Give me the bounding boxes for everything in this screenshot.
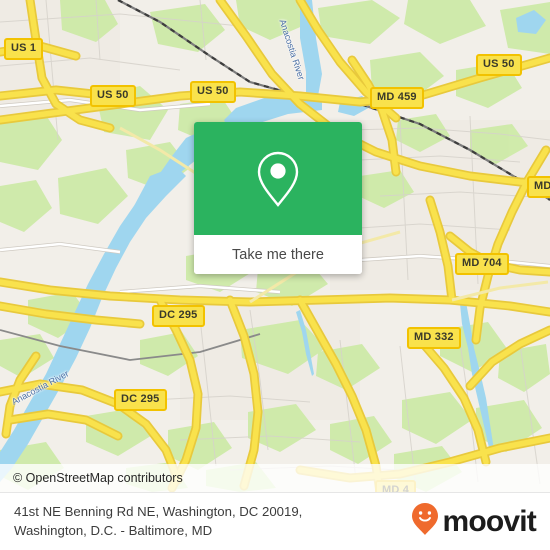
map-pin-icon xyxy=(255,150,301,208)
moovit-logo[interactable]: moovit xyxy=(411,502,537,541)
take-me-there-button[interactable]: Take me there xyxy=(194,235,362,274)
map-attribution: © OpenStreetMap contributors xyxy=(0,464,550,492)
address-line-1: 41st NE Benning Rd NE, Washington, DC 20… xyxy=(14,503,303,519)
road-shield-md-332[interactable]: MD 332 xyxy=(407,327,461,349)
take-me-there-label: Take me there xyxy=(232,246,324,263)
road-shield-md-459[interactable]: MD 459 xyxy=(370,87,424,109)
road-shield-md-704[interactable]: MD 704 xyxy=(455,253,509,275)
footer-bar: 41st NE Benning Rd NE, Washington, DC 20… xyxy=(0,492,550,550)
address-block: 41st NE Benning Rd NE, Washington, DC 20… xyxy=(14,503,302,540)
road-shield-us-1[interactable]: US 1 xyxy=(4,38,44,60)
road-shield-dc-295-south[interactable]: DC 295 xyxy=(114,389,167,411)
map-canvas[interactable]: Anacostia River Anacostia River US 1 US … xyxy=(0,0,550,492)
road-shield-us-50-west[interactable]: US 50 xyxy=(90,85,136,107)
location-popup-card[interactable]: Take me there xyxy=(194,122,362,274)
road-shield-us-50-center[interactable]: US 50 xyxy=(190,81,236,103)
road-shield-dc-295-north[interactable]: DC 295 xyxy=(152,305,205,327)
map-screenshot: Anacostia River Anacostia River US 1 US … xyxy=(0,0,550,550)
popup-pin-area xyxy=(194,122,362,235)
attribution-text: © OpenStreetMap contributors xyxy=(13,471,183,485)
address-line-2: Washington, D.C. - Baltimore, MD xyxy=(14,522,213,538)
road-shield-us-50-east[interactable]: US 50 xyxy=(476,54,522,76)
moovit-wordmark: moovit xyxy=(442,504,536,538)
road-shield-md-clipped-right[interactable]: MD xyxy=(527,176,550,198)
moovit-smiling-pin-icon xyxy=(411,502,439,541)
